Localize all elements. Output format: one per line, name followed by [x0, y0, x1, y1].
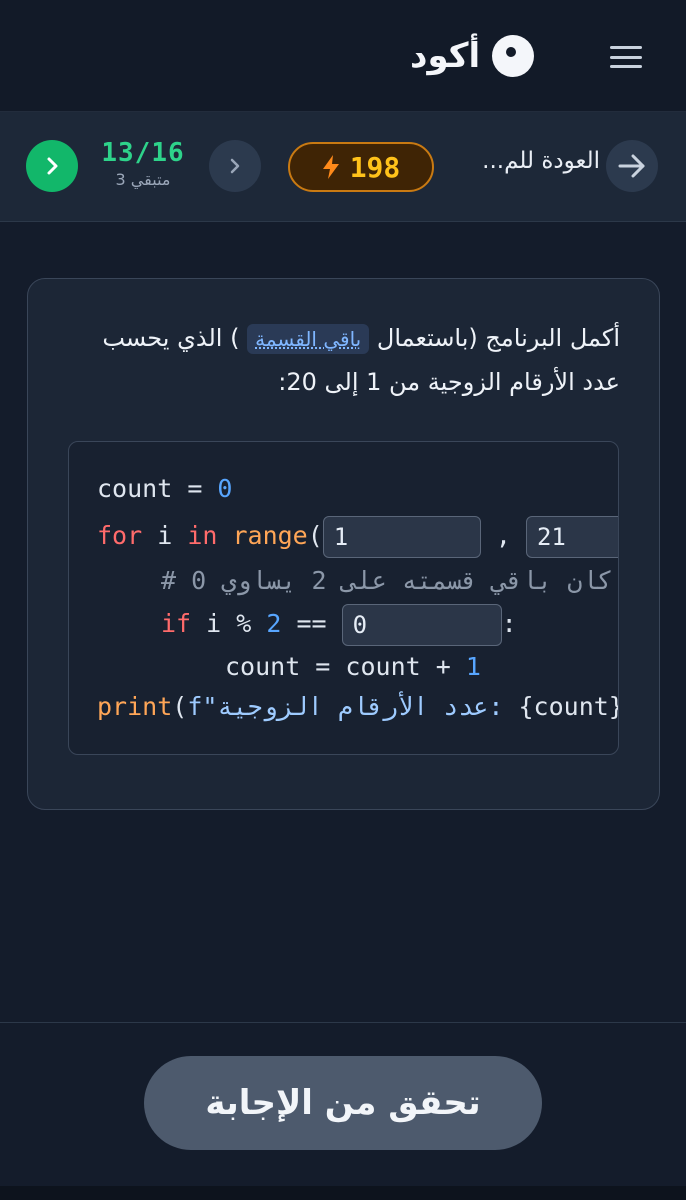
lightning-bolt-icon: [322, 155, 339, 179]
arrow-right-icon: [618, 154, 645, 178]
code-editor: count = 0 for i in range( , # إذا كان با…: [68, 441, 619, 755]
question-text: أكمل البرنامج (باستعمال باقي القسمة ) ال…: [80, 316, 620, 404]
check-answer-button[interactable]: تحقق من الإجابة: [144, 1056, 542, 1150]
range-end-input[interactable]: [525, 516, 618, 558]
chevron-right-icon: [230, 158, 240, 174]
top-app-bar: أكود: [0, 0, 686, 112]
brand-name: أكود: [410, 36, 481, 76]
range-start-input[interactable]: [322, 516, 481, 558]
code-line-6: print(f"عدد الأرقام الزوجية: {count}"): [97, 692, 619, 721]
question-text-before: أكمل البرنامج (باستعمال: [369, 324, 620, 352]
question-counter: 13/16 متبقي 3: [88, 138, 198, 189]
next-question-button[interactable]: [26, 140, 78, 192]
remainder-input[interactable]: [341, 604, 502, 646]
hamburger-menu-icon[interactable]: [608, 42, 644, 72]
code-line-4: if i % 2 == :: [161, 604, 517, 646]
xp-badge: 198: [288, 142, 434, 192]
skip-question-button[interactable]: [209, 140, 261, 192]
code-line-1: count = 0: [97, 474, 233, 503]
chevron-right-icon: [47, 157, 58, 175]
inline-code-term: باقي القسمة: [247, 324, 370, 354]
brand[interactable]: أكود: [410, 28, 535, 84]
code-line-2: for i in range( ,: [97, 516, 618, 558]
back-button[interactable]: [606, 140, 658, 192]
xp-value: 198: [349, 150, 401, 184]
code-line-5: count = count + 1: [225, 652, 481, 681]
footer-divider: [0, 1022, 686, 1023]
dinosaur-logo-icon: [492, 35, 535, 77]
question-count: 13/16: [101, 138, 185, 168]
remaining-count: متبقي 3: [115, 170, 171, 189]
code-comment: # إذا كان باقي قسمته على 2 يساوي 0: [161, 566, 618, 595]
bottom-strip: [0, 1186, 686, 1200]
back-to-lesson-link[interactable]: العودة للم...: [440, 148, 600, 184]
